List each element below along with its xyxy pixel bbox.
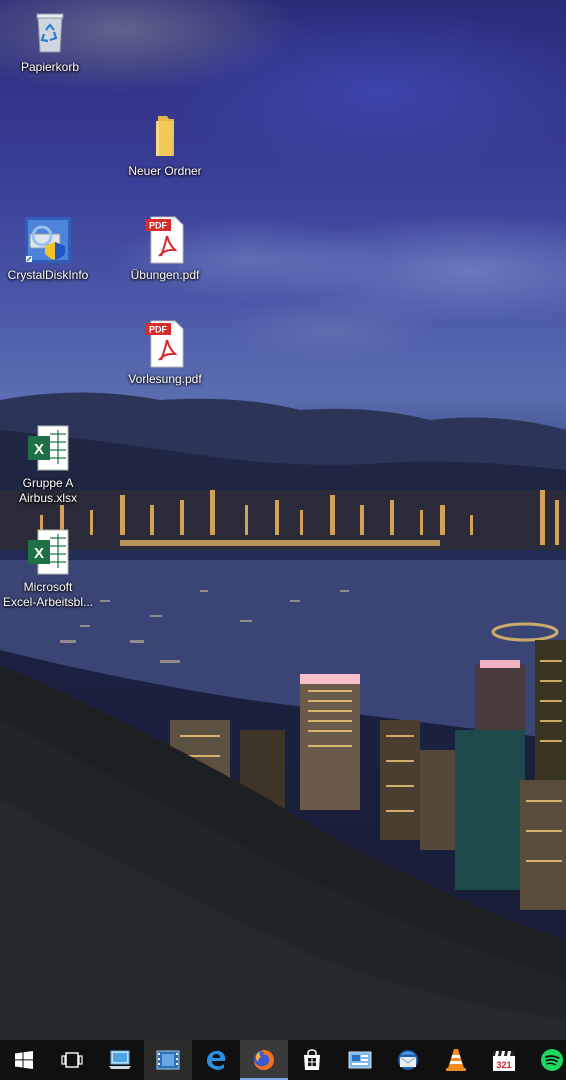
spotify-icon bbox=[541, 1049, 563, 1071]
thunderbird-button[interactable] bbox=[384, 1040, 432, 1080]
edge-button[interactable] bbox=[192, 1040, 240, 1080]
svg-text:PDF: PDF bbox=[149, 221, 168, 231]
desktop-icon-uebungen-pdf[interactable]: PDF Übungen.pdf bbox=[115, 216, 215, 283]
this-pc-button[interactable] bbox=[96, 1040, 144, 1080]
computer-icon bbox=[109, 1050, 131, 1069]
desktop-icon-excel-workbook[interactable]: X Microsoft Excel-Arbeitsbl... bbox=[0, 528, 98, 610]
taskbar: 321 bbox=[0, 1040, 566, 1080]
wallpaper-cityscape bbox=[0, 392, 566, 1040]
pdf-icon: PDF bbox=[145, 216, 184, 264]
svg-text:PDF: PDF bbox=[149, 325, 168, 335]
svg-text:X: X bbox=[34, 441, 44, 458]
desktop-icon-label: Neuer Ordner bbox=[128, 164, 202, 178]
svg-text:321: 321 bbox=[496, 1060, 511, 1070]
control-panel-button[interactable] bbox=[336, 1040, 384, 1080]
thunderbird-icon bbox=[398, 1050, 418, 1070]
task-view-button[interactable] bbox=[48, 1040, 96, 1080]
clapper-icon: 321 bbox=[493, 1051, 515, 1071]
start-button[interactable] bbox=[0, 1040, 48, 1080]
vlc-icon bbox=[446, 1049, 466, 1071]
desktop-icon-gruppe-a-airbus-xlsx[interactable]: X Gruppe A Airbus.xlsx bbox=[0, 424, 98, 506]
svg-text:X: X bbox=[34, 545, 44, 562]
store-button[interactable] bbox=[288, 1040, 336, 1080]
windows-start-icon bbox=[15, 1051, 33, 1069]
store-icon bbox=[304, 1049, 320, 1070]
desktop-wallpaper bbox=[0, 0, 566, 1040]
task-view-icon bbox=[61, 1052, 83, 1068]
vlc-button[interactable] bbox=[432, 1040, 480, 1080]
excel-icon: X bbox=[28, 529, 69, 575]
folder-icon bbox=[156, 116, 174, 156]
desktop-icon-label: Gruppe A Airbus.xlsx bbox=[18, 476, 77, 505]
recycle-bin-icon bbox=[36, 13, 64, 53]
desktop-icon-label: Papierkorb bbox=[20, 60, 80, 74]
desktop-icon-crystaldiskinfo[interactable]: CrystalDiskInfo bbox=[0, 216, 98, 283]
desktop-icon-label: Microsoft Excel-Arbeitsbl... bbox=[2, 580, 94, 609]
desktop-icon-new-folder[interactable]: Neuer Ordner bbox=[115, 112, 215, 179]
firefox-button[interactable] bbox=[240, 1040, 288, 1080]
desktop-icon-label: Vorlesung.pdf bbox=[128, 372, 202, 386]
firefox-icon bbox=[254, 1050, 274, 1070]
desktop-icon-recycle-bin[interactable]: Papierkorb bbox=[0, 8, 100, 75]
video-app-button[interactable] bbox=[144, 1040, 192, 1080]
desktop-icon-label: Übungen.pdf bbox=[130, 268, 200, 282]
excel-icon: X bbox=[28, 425, 69, 471]
edge-icon bbox=[207, 1050, 226, 1070]
desktop-icon-label: CrystalDiskInfo bbox=[7, 268, 89, 282]
media-player-button[interactable]: 321 bbox=[480, 1040, 528, 1080]
pdf-icon: PDF bbox=[145, 320, 184, 368]
crystaldiskinfo-icon bbox=[25, 217, 71, 263]
film-icon bbox=[156, 1050, 180, 1070]
control-panel-icon bbox=[348, 1051, 372, 1069]
desktop-icon-vorlesung-pdf[interactable]: PDF Vorlesung.pdf bbox=[115, 320, 215, 387]
spotify-button[interactable] bbox=[528, 1040, 566, 1080]
